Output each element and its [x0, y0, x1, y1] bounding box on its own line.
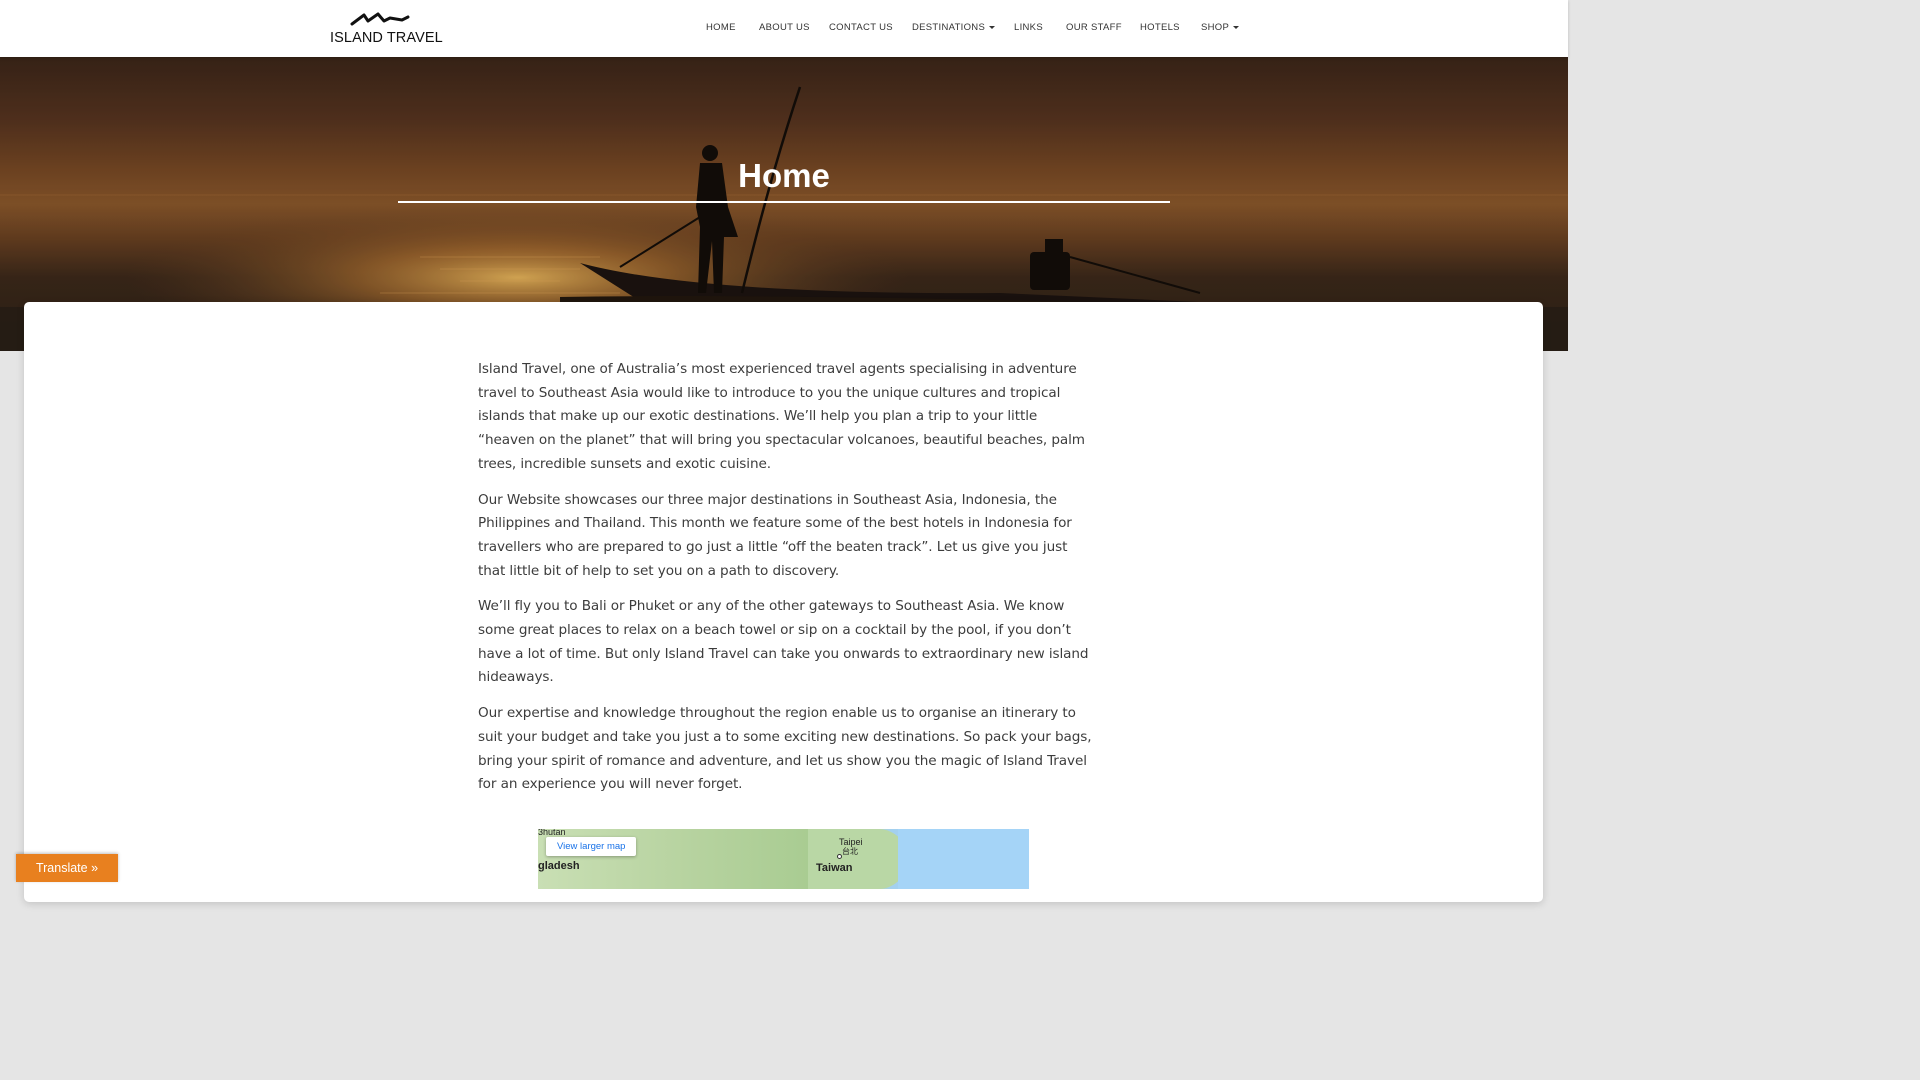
embedded-map[interactable]: 3hutan gladesh Taipei 台北 Taiwan View lar…	[538, 829, 1029, 889]
logo-text: ISLAND TRAVEL	[330, 30, 443, 46]
title-underline	[398, 201, 1170, 203]
intro-paragraph-2: Our Website showcases our three major de…	[478, 491, 1072, 579]
page-title: Home	[738, 157, 830, 194]
nav-destinations[interactable]: DESTINATIONS	[912, 22, 996, 33]
caret-down-icon	[1233, 25, 1240, 29]
caret-down-icon	[989, 25, 996, 29]
map-city-marker-icon	[837, 854, 842, 859]
nav-contact-us[interactable]: CONTACT US	[829, 22, 893, 33]
map-label-taiwan: Taiwan	[816, 862, 853, 874]
site-header: ISLAND TRAVEL HOME ABOUT US CONTACT US D…	[0, 0, 1568, 57]
nav-our-staff[interactable]: OUR STAFF	[1066, 22, 1122, 33]
intro-paragraph-4: Our expertise and knowledge throughout t…	[478, 705, 1092, 793]
nav-hotels[interactable]: HOTELS	[1140, 22, 1180, 33]
nav-shop[interactable]: SHOP	[1201, 22, 1240, 33]
map-label-bhutan: 3hutan	[538, 829, 566, 837]
map-label-taipei-local: 台北	[842, 847, 858, 856]
translate-button[interactable]: Translate »	[16, 854, 118, 882]
map-label-bangladesh: gladesh	[538, 860, 580, 872]
view-larger-map-button[interactable]: View larger map	[546, 837, 637, 856]
nav-home[interactable]: HOME	[706, 22, 736, 33]
nav-links[interactable]: LINKS	[1014, 22, 1043, 33]
content-card: Island Travel, one of Australia’s most e…	[24, 302, 1543, 902]
main-content: Island Travel, one of Australia’s most e…	[478, 358, 1093, 809]
map-sea	[898, 829, 1029, 889]
site-logo[interactable]: ISLAND TRAVEL	[330, 12, 443, 46]
wave-logo-icon	[350, 12, 410, 26]
nav-about-us[interactable]: ABOUT US	[759, 22, 810, 33]
intro-paragraph-1: Island Travel, one of Australia’s most e…	[478, 361, 1085, 472]
intro-paragraph-3: We’ll fly you to Bali or Phuket or any o…	[478, 598, 1089, 686]
